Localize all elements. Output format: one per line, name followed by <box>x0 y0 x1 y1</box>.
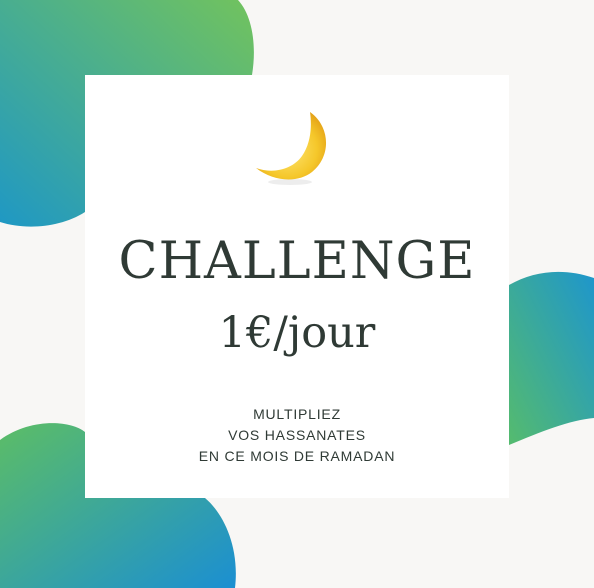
post-subtitle: 1€/jour <box>218 308 376 358</box>
crescent-moon-icon <box>256 112 327 185</box>
post-title: CHALLENGE <box>118 232 476 291</box>
tagline-line: EN CE MOIS DE RAMADAN <box>198 448 396 464</box>
tagline-line: VOS HASSANATES <box>228 427 366 443</box>
tagline-line: MULTIPLIEZ <box>253 406 341 422</box>
right-blob <box>509 271 594 445</box>
tagline: MULTIPLIEZ VOS HASSANATES EN CE MOIS DE … <box>85 404 509 467</box>
